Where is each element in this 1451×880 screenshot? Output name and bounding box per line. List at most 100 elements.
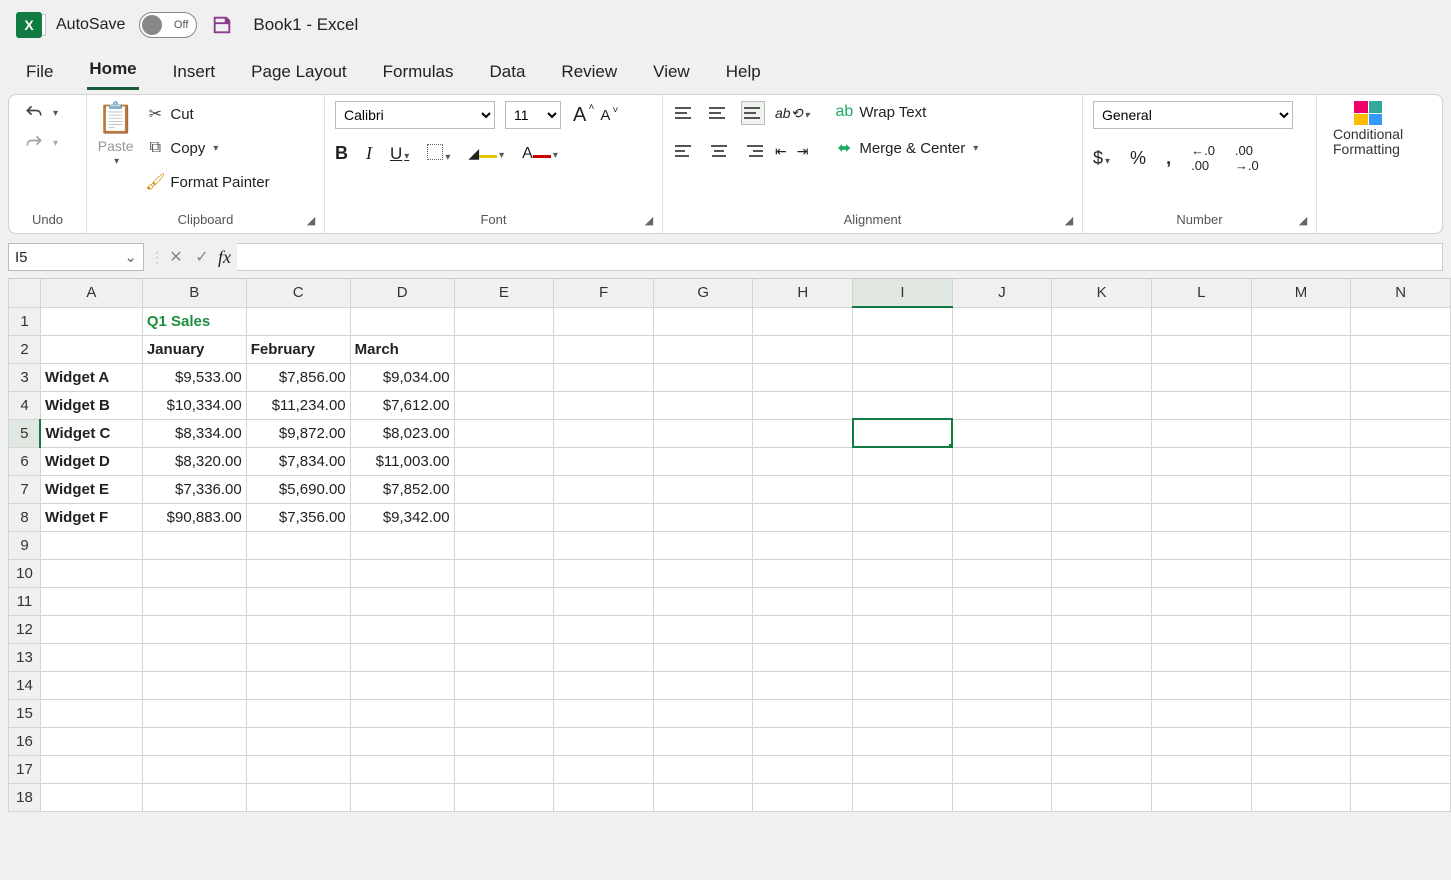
- align-bottom-button[interactable]: [741, 101, 765, 125]
- cell-M4[interactable]: [1251, 391, 1351, 419]
- enter-formula-button[interactable]: ✓: [192, 247, 212, 267]
- cell-L16[interactable]: [1152, 727, 1252, 755]
- fx-icon[interactable]: fx: [218, 247, 231, 268]
- cell-K14[interactable]: [1052, 671, 1152, 699]
- cell-D3[interactable]: $9,034.00: [350, 363, 454, 391]
- cell-L1[interactable]: [1152, 307, 1252, 335]
- row-header-10[interactable]: 10: [9, 559, 41, 587]
- cell-E18[interactable]: [454, 783, 554, 811]
- select-all-corner[interactable]: [9, 279, 41, 307]
- cell-J10[interactable]: [952, 559, 1052, 587]
- cell-C11[interactable]: [246, 587, 350, 615]
- cell-F3[interactable]: [554, 363, 654, 391]
- cell-N18[interactable]: [1351, 783, 1451, 811]
- spreadsheet-grid[interactable]: ABCDEFGHIJKLMN1Q1 Sales2JanuaryFebruaryM…: [8, 278, 1451, 812]
- cell-I14[interactable]: [853, 671, 953, 699]
- cell-E14[interactable]: [454, 671, 554, 699]
- cell-L12[interactable]: [1152, 615, 1252, 643]
- cell-N6[interactable]: [1351, 447, 1451, 475]
- align-right-button[interactable]: [741, 139, 765, 163]
- cell-B11[interactable]: [142, 587, 246, 615]
- align-middle-button[interactable]: [707, 101, 731, 125]
- cell-I15[interactable]: [853, 699, 953, 727]
- cell-E4[interactable]: [454, 391, 554, 419]
- cell-L13[interactable]: [1152, 643, 1252, 671]
- cell-H4[interactable]: [753, 391, 853, 419]
- cell-J1[interactable]: [952, 307, 1052, 335]
- cell-A14[interactable]: [40, 671, 142, 699]
- cell-H5[interactable]: [753, 419, 853, 447]
- cell-E13[interactable]: [454, 643, 554, 671]
- row-header-1[interactable]: 1: [9, 307, 41, 335]
- cut-button[interactable]: ✂ Cut: [142, 103, 197, 125]
- cell-H12[interactable]: [753, 615, 853, 643]
- col-header-J[interactable]: J: [952, 279, 1052, 307]
- tab-data[interactable]: Data: [488, 58, 528, 90]
- cell-C6[interactable]: $7,834.00: [246, 447, 350, 475]
- cell-B3[interactable]: $9,533.00: [142, 363, 246, 391]
- cell-J13[interactable]: [952, 643, 1052, 671]
- cell-A9[interactable]: [40, 531, 142, 559]
- cell-F11[interactable]: [554, 587, 654, 615]
- cell-M6[interactable]: [1251, 447, 1351, 475]
- cell-J15[interactable]: [952, 699, 1052, 727]
- cell-E16[interactable]: [454, 727, 554, 755]
- cell-A1[interactable]: [40, 307, 142, 335]
- row-header-11[interactable]: 11: [9, 587, 41, 615]
- orientation-button[interactable]: ab⟲▾: [775, 105, 809, 122]
- col-header-L[interactable]: L: [1152, 279, 1252, 307]
- font-size-select[interactable]: 11: [505, 101, 561, 129]
- cell-E11[interactable]: [454, 587, 554, 615]
- cell-I10[interactable]: [853, 559, 953, 587]
- cell-A8[interactable]: Widget F: [40, 503, 142, 531]
- cell-E12[interactable]: [454, 615, 554, 643]
- cell-D14[interactable]: [350, 671, 454, 699]
- cell-K8[interactable]: [1052, 503, 1152, 531]
- font-launcher[interactable]: ◢: [642, 213, 656, 227]
- tab-insert[interactable]: Insert: [171, 58, 218, 90]
- cell-D1[interactable]: [350, 307, 454, 335]
- cell-G13[interactable]: [653, 643, 753, 671]
- row-header-4[interactable]: 4: [9, 391, 41, 419]
- cell-H11[interactable]: [753, 587, 853, 615]
- col-header-B[interactable]: B: [142, 279, 246, 307]
- cell-B12[interactable]: [142, 615, 246, 643]
- cell-B14[interactable]: [142, 671, 246, 699]
- merge-center-button[interactable]: ⬌ Merge & Center ▾: [831, 137, 982, 159]
- cell-E17[interactable]: [454, 755, 554, 783]
- increase-indent-button[interactable]: ⇥: [797, 143, 809, 160]
- align-left-button[interactable]: [673, 139, 697, 163]
- cell-K11[interactable]: [1052, 587, 1152, 615]
- cell-B13[interactable]: [142, 643, 246, 671]
- cell-C8[interactable]: $7,356.00: [246, 503, 350, 531]
- cell-F13[interactable]: [554, 643, 654, 671]
- cell-I17[interactable]: [853, 755, 953, 783]
- wrap-text-button[interactable]: ab Wrap Text: [831, 101, 930, 123]
- cell-N15[interactable]: [1351, 699, 1451, 727]
- cell-M17[interactable]: [1251, 755, 1351, 783]
- cell-H1[interactable]: [753, 307, 853, 335]
- paste-button[interactable]: 📋 Paste ▾: [97, 101, 134, 167]
- cell-K3[interactable]: [1052, 363, 1152, 391]
- cell-D4[interactable]: $7,612.00: [350, 391, 454, 419]
- cell-I8[interactable]: [853, 503, 953, 531]
- accounting-format-button[interactable]: $▾: [1093, 148, 1110, 169]
- cell-F16[interactable]: [554, 727, 654, 755]
- cell-I11[interactable]: [853, 587, 953, 615]
- cell-M1[interactable]: [1251, 307, 1351, 335]
- cell-I18[interactable]: [853, 783, 953, 811]
- cell-H14[interactable]: [753, 671, 853, 699]
- cell-G12[interactable]: [653, 615, 753, 643]
- row-header-17[interactable]: 17: [9, 755, 41, 783]
- cell-I5[interactable]: [853, 419, 953, 447]
- cell-G10[interactable]: [653, 559, 753, 587]
- row-header-18[interactable]: 18: [9, 783, 41, 811]
- cell-K7[interactable]: [1052, 475, 1152, 503]
- col-header-N[interactable]: N: [1351, 279, 1451, 307]
- cell-A2[interactable]: [40, 335, 142, 363]
- cell-C9[interactable]: [246, 531, 350, 559]
- cell-G2[interactable]: [653, 335, 753, 363]
- cell-J6[interactable]: [952, 447, 1052, 475]
- cell-F14[interactable]: [554, 671, 654, 699]
- cell-G18[interactable]: [653, 783, 753, 811]
